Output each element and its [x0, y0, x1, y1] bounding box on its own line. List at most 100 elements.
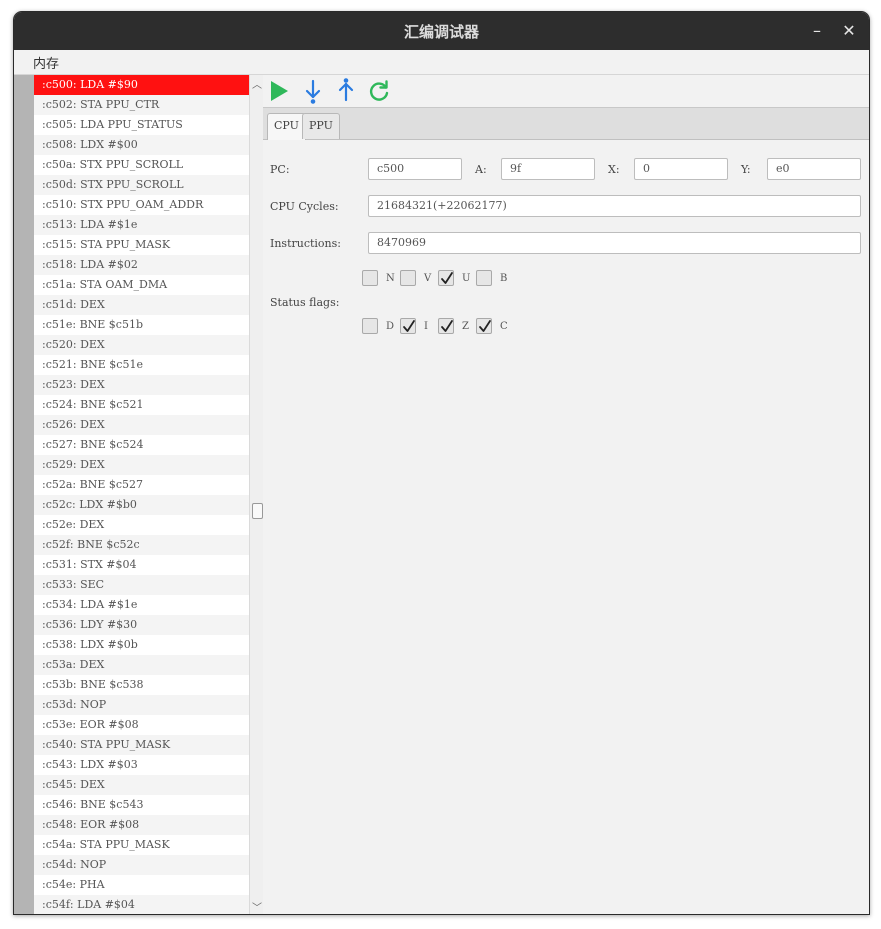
disassembly-row[interactable]: :c518: LDA #$02 — [34, 255, 249, 275]
disassembly-row[interactable]: :c520: DEX — [34, 335, 249, 355]
disassembly-row[interactable]: :c52a: BNE $c527 — [34, 475, 249, 495]
disassembly-row[interactable]: :c52e: DEX — [34, 515, 249, 535]
x-label: X: — [608, 163, 620, 176]
disassembly-row[interactable]: :c505: LDA PPU_STATUS — [34, 115, 249, 135]
disassembly-row[interactable]: :c543: LDX #$03 — [34, 755, 249, 775]
check-mark-icon — [441, 272, 453, 284]
disassembly-row[interactable]: :c53d: NOP — [34, 695, 249, 715]
flag-z-checkbox[interactable] — [438, 318, 454, 334]
step-out-icon — [338, 78, 354, 102]
flag-b-label: B — [500, 273, 508, 284]
flag-d-label: D — [386, 321, 395, 332]
disassembly-row[interactable]: :c515: STA PPU_MASK — [34, 235, 249, 255]
disassembly-row[interactable]: :c50d: STX PPU_SCROLL — [34, 175, 249, 195]
flag-d-checkbox[interactable] — [362, 318, 378, 334]
pc-label: PC: — [270, 163, 290, 176]
disassembly-row[interactable]: :c536: LDY #$30 — [34, 615, 249, 635]
disassembly-row[interactable]: :c538: LDX #$0b — [34, 635, 249, 655]
disassembly-row[interactable]: :c502: STA PPU_CTR — [34, 95, 249, 115]
disassembly-row[interactable]: :c54f: LDA #$04 — [34, 895, 249, 914]
scroll-thumb[interactable] — [252, 503, 263, 519]
flag-z-label: Z — [462, 321, 469, 332]
instructions-field[interactable]: 8470969 — [368, 232, 861, 254]
disassembly-row[interactable]: :c508: LDX #$00 — [34, 135, 249, 155]
flag-b-checkbox[interactable] — [476, 270, 492, 286]
scroll-up-arrow-icon[interactable]: ︿ — [250, 76, 264, 91]
disassembly-row[interactable]: :c53a: DEX — [34, 655, 249, 675]
step-into-button[interactable] — [299, 78, 327, 104]
close-button[interactable]: ✕ — [838, 20, 860, 42]
disassembly-list[interactable]: :c500: LDA #$90:c502: STA PPU_CTR:c505: … — [34, 75, 249, 914]
scroll-down-arrow-icon[interactable]: ﹀ — [250, 899, 264, 914]
disassembly-row[interactable]: :c51a: STA OAM_DMA — [34, 275, 249, 295]
flag-c-label: C — [500, 321, 508, 332]
disassembly-row[interactable]: :c546: BNE $c543 — [34, 795, 249, 815]
disassembly-row[interactable]: :c54e: PHA — [34, 875, 249, 895]
check-mark-icon — [403, 320, 415, 332]
menu-bar: 内存 — [14, 50, 869, 75]
disassembly-row[interactable]: :c52f: BNE $c52c — [34, 535, 249, 555]
disassembly-scrollbar[interactable]: ︿ ﹀ — [249, 75, 264, 914]
disassembly-row[interactable]: :c510: STX PPU_OAM_ADDR — [34, 195, 249, 215]
flag-i-label: I — [424, 321, 428, 332]
disassembly-row[interactable]: :c540: STA PPU_MASK — [34, 735, 249, 755]
status-flags-label: Status flags: — [270, 296, 340, 309]
disassembly-row[interactable]: :c523: DEX — [34, 375, 249, 395]
disassembly-row[interactable]: :c527: BNE $c524 — [34, 435, 249, 455]
disassembly-row[interactable]: :c53b: BNE $c538 — [34, 675, 249, 695]
tab-bar: CPU PPU — [263, 107, 869, 140]
cpu-cycles-field[interactable]: 21684321(+22062177) — [368, 195, 861, 217]
disassembly-row[interactable]: :c52c: LDX #$b0 — [34, 495, 249, 515]
y-label: Y: — [741, 163, 751, 176]
debugger-window: 汇编调试器 – ✕ 内存 :c500: LDA #$90:c502: STA P… — [13, 11, 870, 915]
restart-icon — [369, 80, 389, 101]
disassembly-row[interactable]: :c545: DEX — [34, 775, 249, 795]
y-register-field[interactable]: e0 — [767, 158, 861, 180]
instructions-label: Instructions: — [270, 237, 341, 250]
disassembly-row[interactable]: :c524: BNE $c521 — [34, 395, 249, 415]
disassembly-row[interactable]: :c548: EOR #$08 — [34, 815, 249, 835]
flag-n-label: N — [386, 273, 395, 284]
menu-memory[interactable]: 内存 — [33, 53, 59, 72]
tab-cpu[interactable]: CPU — [267, 113, 306, 140]
disassembly-row[interactable]: :c534: LDA #$1e — [34, 595, 249, 615]
x-register-field[interactable]: 0 — [634, 158, 728, 180]
check-mark-icon — [479, 320, 491, 332]
disassembly-row[interactable]: :c500: LDA #$90 — [34, 75, 249, 95]
minimize-button[interactable]: – — [806, 20, 828, 42]
flag-c-checkbox[interactable] — [476, 318, 492, 334]
step-out-button[interactable] — [332, 78, 360, 104]
check-mark-icon — [441, 320, 453, 332]
flag-v-label: V — [424, 273, 432, 284]
title-bar: 汇编调试器 – ✕ — [14, 12, 869, 50]
tab-ppu[interactable]: PPU — [302, 113, 340, 139]
flag-u-label: U — [462, 273, 471, 284]
disassembly-row[interactable]: :c529: DEX — [34, 455, 249, 475]
cpu-panel: CPU PPU PC: c500 A: 9f X: 0 Y: e0 CPU Cy… — [263, 75, 869, 914]
disassembly-row[interactable]: :c51e: BNE $c51b — [34, 315, 249, 335]
code-gutter — [14, 75, 34, 914]
disassembly-row[interactable]: :c513: LDA #$1e — [34, 215, 249, 235]
a-label: A: — [475, 163, 487, 176]
flag-n-checkbox[interactable] — [362, 270, 378, 286]
disassembly-row[interactable]: :c53e: EOR #$08 — [34, 715, 249, 735]
disassembly-row[interactable]: :c54a: STA PPU_MASK — [34, 835, 249, 855]
cpu-cycles-label: CPU Cycles: — [270, 200, 339, 213]
disassembly-row[interactable]: :c50a: STX PPU_SCROLL — [34, 155, 249, 175]
window-title: 汇编调试器 — [403, 23, 479, 41]
disassembly-row[interactable]: :c51d: DEX — [34, 295, 249, 315]
flag-i-checkbox[interactable] — [400, 318, 416, 334]
disassembly-row[interactable]: :c521: BNE $c51e — [34, 355, 249, 375]
disassembly-row[interactable]: :c54d: NOP — [34, 855, 249, 875]
toolbar — [263, 75, 869, 107]
disassembly-row[interactable]: :c533: SEC — [34, 575, 249, 595]
flag-v-checkbox[interactable] — [400, 270, 416, 286]
run-icon — [271, 81, 288, 101]
a-register-field[interactable]: 9f — [501, 158, 595, 180]
run-button[interactable] — [266, 78, 294, 104]
disassembly-row[interactable]: :c526: DEX — [34, 415, 249, 435]
pc-field[interactable]: c500 — [368, 158, 462, 180]
disassembly-row[interactable]: :c531: STX #$04 — [34, 555, 249, 575]
restart-button[interactable] — [365, 78, 393, 104]
flag-u-checkbox[interactable] — [438, 270, 454, 286]
